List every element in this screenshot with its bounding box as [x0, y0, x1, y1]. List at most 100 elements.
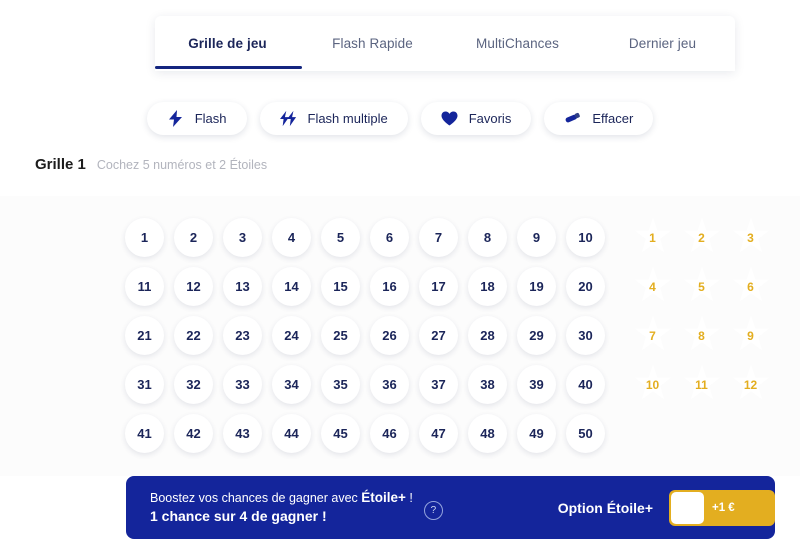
star-cell[interactable]: 9	[726, 310, 775, 359]
number-ball[interactable]: 22	[174, 316, 213, 355]
number-ball[interactable]: 23	[223, 316, 262, 355]
etoile-plus-banner: Boostez vos chances de gagner avec Étoil…	[126, 476, 775, 539]
number-ball[interactable]: 4	[272, 218, 311, 257]
star-cell[interactable]: 6	[726, 261, 775, 310]
number-grid: 1 2 3 4 5 6 7 8 9 10 11 12 13 14 15 16 17 18 19 20 21 22 23 24 2…	[120, 213, 610, 458]
number-ball[interactable]: 38	[468, 365, 507, 404]
number-ball[interactable]: 31	[125, 365, 164, 404]
star-number: 4	[649, 280, 656, 294]
effacer-button-label: Effacer	[592, 111, 634, 126]
double-lightning-icon	[279, 110, 297, 127]
star-number: 6	[747, 280, 754, 294]
tab-grille-de-jeu[interactable]: Grille de jeu	[155, 16, 300, 71]
tab-multichances[interactable]: MultiChances	[445, 16, 590, 71]
banner-line1-suffix: !	[405, 491, 413, 505]
number-ball[interactable]: 15	[321, 267, 360, 306]
star-number: 5	[698, 280, 705, 294]
number-ball[interactable]: 36	[370, 365, 409, 404]
number-ball[interactable]: 50	[566, 414, 605, 453]
number-ball[interactable]: 32	[174, 365, 213, 404]
star-cell[interactable]: 5	[677, 261, 726, 310]
banner-option-area: Option Étoile+ +1 €	[557, 489, 775, 526]
lightning-icon	[167, 110, 184, 127]
tab-dernier-jeu[interactable]: Dernier jeu	[590, 16, 735, 71]
star-cell[interactable]: 7	[628, 310, 677, 359]
toggle-knob	[671, 491, 704, 524]
number-ball[interactable]: 2	[174, 218, 213, 257]
flash-button[interactable]: Flash	[146, 102, 247, 135]
effacer-button[interactable]: Effacer	[544, 102, 654, 135]
number-ball[interactable]: 33	[223, 365, 262, 404]
number-ball[interactable]: 20	[566, 267, 605, 306]
number-ball[interactable]: 16	[370, 267, 409, 306]
flash-multiple-button[interactable]: Flash multiple	[259, 102, 408, 135]
number-ball[interactable]: 43	[223, 414, 262, 453]
star-cell[interactable]: 4	[628, 261, 677, 310]
number-ball[interactable]: 42	[174, 414, 213, 453]
number-ball[interactable]: 9	[517, 218, 556, 257]
grid-instruction: Cochez 5 numéros et 2 Étoiles	[96, 158, 268, 172]
star-cell[interactable]: 10	[628, 359, 677, 408]
number-ball[interactable]: 29	[517, 316, 556, 355]
number-ball[interactable]: 35	[321, 365, 360, 404]
number-ball[interactable]: 30	[566, 316, 605, 355]
number-ball[interactable]: 28	[468, 316, 507, 355]
etoile-plus-toggle[interactable]: +1 €	[669, 489, 775, 526]
number-ball[interactable]: 3	[223, 218, 262, 257]
star-cell[interactable]: 2	[677, 212, 726, 261]
star-number: 9	[747, 329, 754, 343]
star-number: 1	[649, 231, 656, 245]
banner-line-2: 1 chance sur 4 de gagner !	[150, 508, 327, 524]
number-ball[interactable]: 13	[223, 267, 262, 306]
star-cell[interactable]: 11	[677, 359, 726, 408]
number-ball[interactable]: 14	[272, 267, 311, 306]
number-ball[interactable]: 34	[272, 365, 311, 404]
option-etoile-plus-label: Option Étoile+	[557, 499, 653, 516]
page-title: Grille 1	[35, 156, 86, 173]
number-ball[interactable]: 47	[419, 414, 458, 453]
favoris-button[interactable]: Favoris	[420, 102, 532, 135]
number-ball[interactable]: 7	[419, 218, 458, 257]
number-ball[interactable]: 46	[370, 414, 409, 453]
action-button-row: Flash Flash multiple Favoris Effacer	[0, 102, 800, 135]
number-ball[interactable]: 24	[272, 316, 311, 355]
eraser-icon	[564, 110, 581, 127]
star-cell[interactable]: 8	[677, 310, 726, 359]
number-ball[interactable]: 18	[468, 267, 507, 306]
star-cell[interactable]: 12	[726, 359, 775, 408]
number-ball[interactable]: 37	[419, 365, 458, 404]
number-ball[interactable]: 5	[321, 218, 360, 257]
star-cell[interactable]: 3	[726, 212, 775, 261]
star-number: 12	[743, 378, 758, 392]
number-ball[interactable]: 12	[174, 267, 213, 306]
number-ball[interactable]: 19	[517, 267, 556, 306]
number-ball[interactable]: 40	[566, 365, 605, 404]
number-ball[interactable]: 11	[125, 267, 164, 306]
number-ball[interactable]: 1	[125, 218, 164, 257]
toggle-price-label: +1 €	[712, 501, 735, 514]
number-ball[interactable]: 6	[370, 218, 409, 257]
number-ball[interactable]: 17	[419, 267, 458, 306]
star-number: 10	[645, 378, 660, 392]
flash-button-label: Flash	[194, 111, 227, 126]
star-cell[interactable]: 1	[628, 212, 677, 261]
help-icon[interactable]: ?	[423, 501, 443, 520]
number-ball[interactable]: 21	[125, 316, 164, 355]
number-ball[interactable]: 39	[517, 365, 556, 404]
number-ball[interactable]: 44	[272, 414, 311, 453]
number-ball[interactable]: 26	[370, 316, 409, 355]
number-ball[interactable]: 41	[125, 414, 164, 453]
number-ball[interactable]: 10	[566, 218, 605, 257]
number-ball[interactable]: 27	[419, 316, 458, 355]
grid-header: Grille 1 Cochez 5 numéros et 2 Étoiles	[35, 156, 267, 173]
number-ball[interactable]: 48	[468, 414, 507, 453]
number-ball[interactable]: 49	[517, 414, 556, 453]
number-ball[interactable]: 8	[468, 218, 507, 257]
tab-flash-rapide[interactable]: Flash Rapide	[300, 16, 445, 71]
star-number: 3	[747, 231, 754, 245]
star-grid: 1 2 3 4 5 6 7 8 9 10 11 12	[628, 212, 775, 408]
number-ball[interactable]: 45	[321, 414, 360, 453]
heart-icon	[441, 110, 458, 127]
number-ball[interactable]: 25	[321, 316, 360, 355]
star-number: 2	[698, 231, 705, 245]
